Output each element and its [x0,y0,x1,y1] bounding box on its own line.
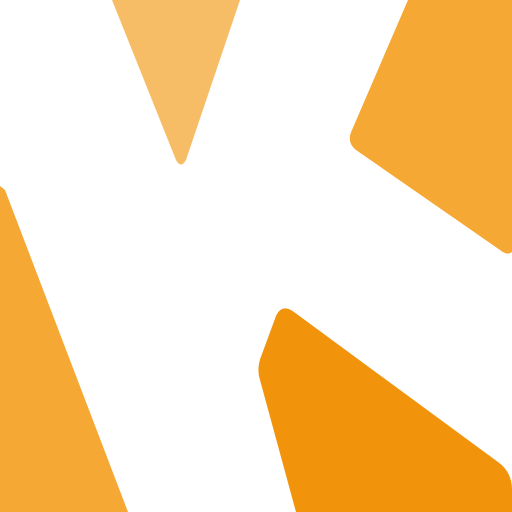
logo-canvas [0,0,512,512]
logo-mark [0,0,512,512]
